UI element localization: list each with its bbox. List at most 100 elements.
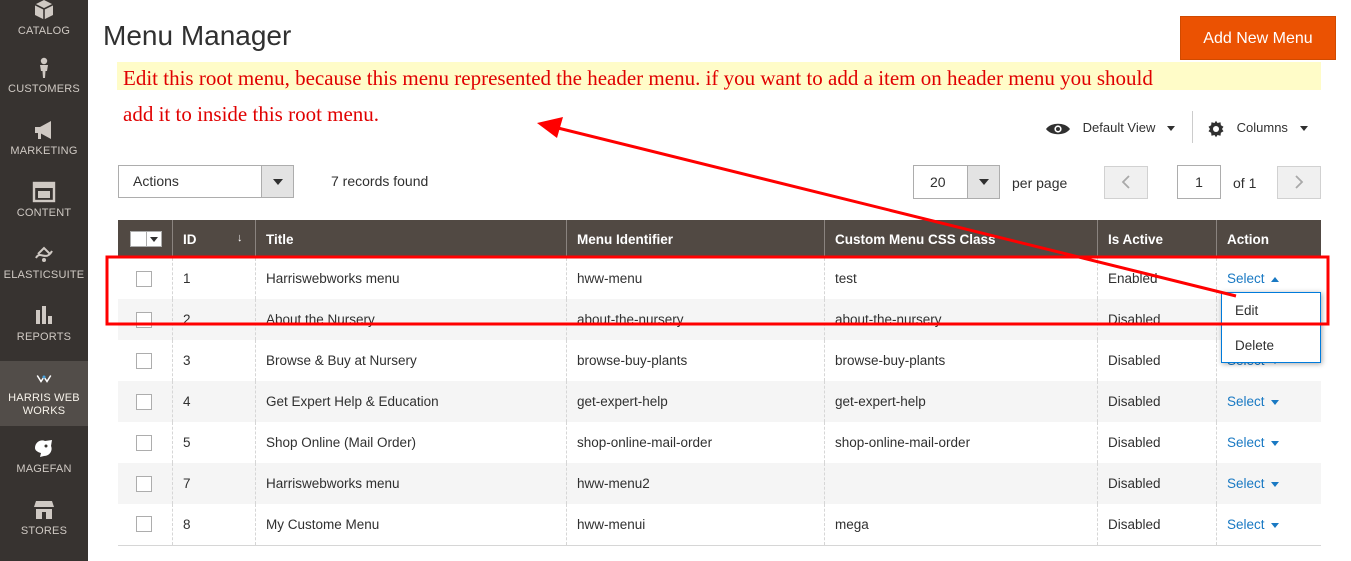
stores-icon (34, 501, 54, 519)
cell-identifier: about-the-nursery (566, 299, 825, 340)
sidebar-item-label: CUSTOMERS (8, 83, 80, 95)
cell-is-active: Disabled (1097, 299, 1217, 340)
records-found-count: 7 records found (331, 173, 429, 189)
row-select-cell (118, 258, 173, 299)
cell-css-class: mega (824, 504, 1098, 546)
row-checkbox[interactable] (136, 352, 152, 369)
default-view-switcher[interactable]: Default View (1045, 117, 1175, 139)
chevron-down-icon (1270, 399, 1279, 405)
next-page-button[interactable] (1277, 166, 1321, 199)
columns-label: Columns (1236, 120, 1288, 135)
marketing-icon (35, 121, 51, 139)
sidebar-item-customers[interactable]: CUSTOMERS (0, 56, 88, 106)
per-page-toggle[interactable] (967, 166, 999, 198)
mass-select-checkbox[interactable] (130, 231, 162, 248)
annotation-line: Edit this root menu, because this menu r… (123, 66, 1153, 90)
cell-is-active: Disabled (1097, 381, 1217, 422)
sidebar-item-harris-web-works[interactable]: HARRIS WEB WORKS (0, 361, 88, 426)
row-checkbox[interactable] (136, 393, 152, 410)
cell-css-class: shop-online-mail-order (824, 422, 1098, 463)
cell-css-class: get-expert-help (824, 381, 1098, 422)
select-action-link[interactable]: Select (1227, 271, 1279, 286)
column-header-title[interactable]: Title (255, 220, 567, 258)
toolbar-divider (1192, 111, 1193, 143)
column-header-menu-identifier[interactable]: Menu Identifier (566, 220, 825, 258)
page-number-input[interactable]: 1 (1177, 165, 1221, 199)
select-action-link[interactable]: Select (1227, 517, 1279, 532)
cell-action: Select (1216, 463, 1321, 504)
columns-control[interactable]: Columns (1207, 117, 1308, 139)
mass-actions-dropdown[interactable]: Actions (118, 165, 294, 198)
select-action-label: Select (1227, 394, 1265, 409)
add-new-menu-button[interactable]: Add New Menu (1180, 16, 1336, 60)
mass-select-header[interactable] (118, 220, 173, 258)
cell-title: My Custome Menu (255, 504, 567, 546)
select-action-link[interactable]: Select (1227, 476, 1279, 491)
row-checkbox[interactable] (136, 311, 152, 328)
chevron-down-icon (1167, 126, 1175, 132)
cell-css-class: browse-buy-plants (824, 340, 1098, 381)
chevron-down-icon (1270, 440, 1279, 446)
chevron-down-icon (273, 179, 283, 185)
chevron-down-icon (1270, 481, 1279, 487)
sidebar-item-content[interactable]: CONTENT (0, 180, 88, 230)
cell-identifier: hww-menui (566, 504, 825, 546)
table-row: 3 Browse & Buy at Nursery browse-buy-plant… (118, 340, 1321, 381)
gear-icon (1208, 120, 1224, 137)
row-select-cell (118, 381, 173, 422)
table-row: 1 Harriswebworks menu hww-menu test Enabled S… (118, 258, 1321, 299)
row-checkbox[interactable] (136, 270, 152, 287)
cell-id: 4 (172, 381, 256, 422)
row-checkbox[interactable] (136, 434, 152, 451)
cell-id: 7 (172, 463, 256, 504)
column-header-is-active[interactable]: Is Active (1097, 220, 1217, 258)
previous-page-button[interactable] (1104, 166, 1148, 199)
cell-is-active: Disabled (1097, 340, 1217, 381)
admin-sidebar: CATALOG CUSTOMERS MARKETING CONTENT ELAS… (0, 0, 88, 561)
select-action-link[interactable]: Select (1227, 394, 1279, 409)
sidebar-item-magefan[interactable]: MAGEFAN (0, 436, 88, 486)
cell-css-class: about-the-nursery (824, 299, 1098, 340)
cell-identifier: browse-buy-plants (566, 340, 825, 381)
sidebar-item-stores[interactable]: STORES (0, 498, 88, 548)
table-row: 4 Get Expert Help & Education get-expert-h… (118, 381, 1321, 422)
reports-icon (36, 306, 52, 324)
eye-icon (1046, 123, 1070, 134)
dropdown-toggle[interactable] (261, 166, 293, 197)
cell-is-active: Enabled (1097, 258, 1217, 299)
sidebar-item-label: WORKS (22, 405, 66, 417)
sidebar-item-label: HARRIS WEB (8, 392, 80, 404)
chevron-down-icon (979, 179, 989, 185)
table-row: 8 My Custome Menu hww-menui mega Disabled Sel… (118, 504, 1321, 546)
cell-title: Browse & Buy at Nursery (255, 340, 567, 381)
table-row: 2 About the Nursery about-the-nursery about… (118, 299, 1321, 340)
sidebar-item-label: MARKETING (10, 145, 78, 157)
select-action-link[interactable]: Select (1227, 435, 1279, 450)
per-page-select[interactable]: 20 (913, 165, 1000, 199)
table-row: 5 Shop Online (Mail Order) shop-online-mai… (118, 422, 1321, 463)
elasticsuite-icon (35, 246, 53, 262)
cell-identifier: hww-menu2 (566, 463, 825, 504)
column-header-css-class[interactable]: Custom Menu CSS Class (824, 220, 1098, 258)
cell-identifier: get-expert-help (566, 381, 825, 422)
sort-arrow-icon: ↓ (237, 232, 243, 244)
sidebar-item-elasticsuite[interactable]: ELASTICSUITE (0, 242, 88, 292)
cell-is-active: Disabled (1097, 463, 1217, 504)
row-checkbox[interactable] (136, 516, 152, 533)
edit-menu-item[interactable]: Edit (1222, 293, 1320, 328)
column-header-label: ID (183, 231, 197, 247)
select-action-label: Select (1227, 435, 1265, 450)
grid-header-row: ID Title Menu Identifier Custom Menu CSS… (118, 220, 1321, 258)
column-header-id[interactable]: ID (172, 220, 256, 258)
magefan-icon (35, 440, 52, 457)
sidebar-item-reports[interactable]: REPORTS (0, 304, 88, 354)
row-checkbox[interactable] (136, 475, 152, 492)
cell-identifier: shop-online-mail-order (566, 422, 825, 463)
delete-menu-item[interactable]: Delete (1222, 328, 1320, 363)
table-row: 7 Harriswebworks menu hww-menu2 Disabled Sel… (118, 463, 1321, 504)
menu-grid: ID Title Menu Identifier Custom Menu CSS… (118, 220, 1321, 546)
chevron-left-icon (1121, 175, 1130, 189)
sidebar-item-marketing[interactable]: MARKETING (0, 118, 88, 168)
sidebar-item-catalog[interactable]: CATALOG (0, 0, 88, 38)
page-total: of 1 (1233, 175, 1257, 191)
